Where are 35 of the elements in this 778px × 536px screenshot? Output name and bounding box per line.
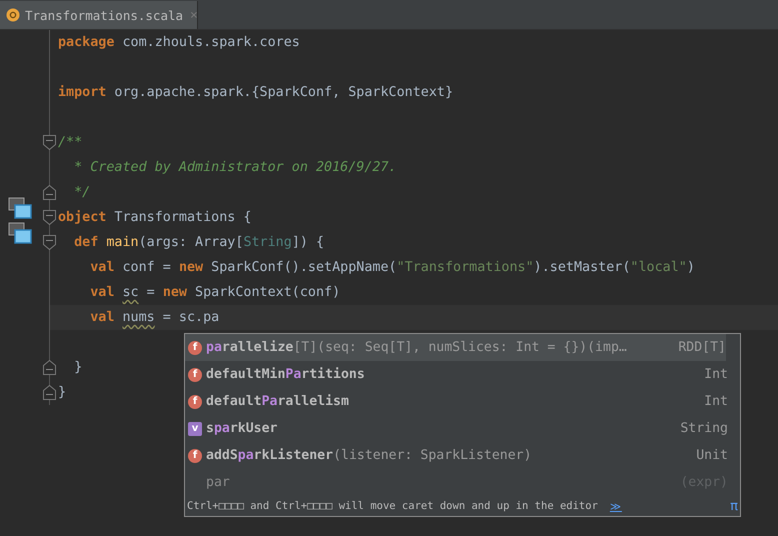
- more-link[interactable]: ≫: [610, 500, 622, 512]
- completion-item[interactable]: f parallelize[T](seq: Seq[T], numSlices: Int = {})(imp… RDD[T]: [185, 334, 726, 361]
- code-line: package com.zhouls.spark.cores: [58, 34, 300, 52]
- file-tab[interactable]: Transformations.scala ×: [0, 1, 198, 29]
- method-icon: f: [188, 340, 202, 354]
- code-line: def main(args: Array[String]) {: [73, 234, 324, 252]
- implementation-marker-icon[interactable]: [8, 222, 32, 244]
- fold-marker-icon[interactable]: [43, 185, 56, 200]
- completion-item[interactable]: v sparkUser String: [185, 415, 740, 442]
- code-line: */: [73, 184, 90, 202]
- code-line: }: [58, 384, 66, 402]
- hint-text: Ctrl+□□□□ and Ctrl+□□□□ will move caret down and up in the editor: [187, 500, 598, 512]
- completion-item[interactable]: f addSparkListener(listener: SparkListener) Unit: [185, 442, 740, 469]
- fold-marker-icon[interactable]: [43, 385, 56, 400]
- pi-icon[interactable]: π: [730, 498, 738, 514]
- code-line: import org.apache.spark.{SparkConf, SparkContext}: [58, 84, 454, 102]
- fold-marker-icon[interactable]: [43, 210, 56, 225]
- implementation-marker-icon[interactable]: [8, 197, 32, 219]
- method-icon: f: [188, 448, 202, 462]
- fold-marker-icon[interactable]: [43, 360, 56, 375]
- method-icon: f: [188, 394, 202, 408]
- code-line: val conf = new SparkConf().setAppName("Transformations").setMaster("local"): [89, 259, 695, 277]
- fold-marker-icon[interactable]: [43, 135, 56, 150]
- code-line: * Created by Administrator on 2016/9/27.: [73, 159, 397, 177]
- code-line: object Transformations {: [58, 209, 252, 227]
- code-line: /**: [58, 134, 82, 152]
- fold-marker-icon[interactable]: [43, 235, 56, 250]
- completion-item[interactable]: f defaultParallelism Int: [185, 388, 740, 415]
- code-line: val sc = new SparkContext(conf): [89, 284, 340, 302]
- completion-item[interactable]: f defaultMinPartitions Int: [185, 361, 740, 388]
- object-file-icon: [6, 8, 20, 22]
- value-icon: v: [188, 422, 202, 436]
- code-line: val nums = sc.pa: [89, 309, 220, 327]
- method-icon: f: [188, 368, 202, 382]
- code-line: }: [73, 359, 82, 377]
